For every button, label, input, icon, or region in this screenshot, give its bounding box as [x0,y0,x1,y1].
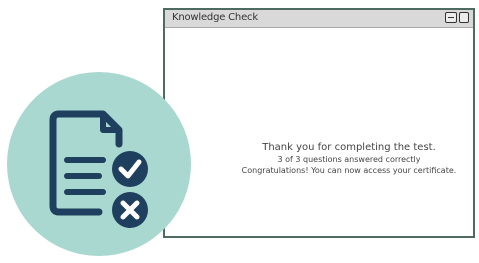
certificate-text: Congratulations! You can now access your… [241,166,457,175]
document-check-cross-icon [49,110,148,228]
knowledge-check-window: Knowledge Check Thank you for completing… [163,8,475,238]
completion-text: Thank you for completing the test. [262,142,436,153]
page: Knowledge Check Thank you for completing… [0,0,479,263]
test-badge [7,72,191,256]
check-icon [112,151,148,187]
maximize-button[interactable] [459,12,469,23]
window-controls [445,12,469,23]
score-text: 3 of 3 questions answered correctly [277,155,421,164]
window-titlebar[interactable]: Knowledge Check [165,10,473,28]
minimize-button[interactable] [445,12,457,23]
completion-message: Thank you for completing the test. 3 of … [165,142,473,176]
window-title: Knowledge Check [172,12,258,23]
